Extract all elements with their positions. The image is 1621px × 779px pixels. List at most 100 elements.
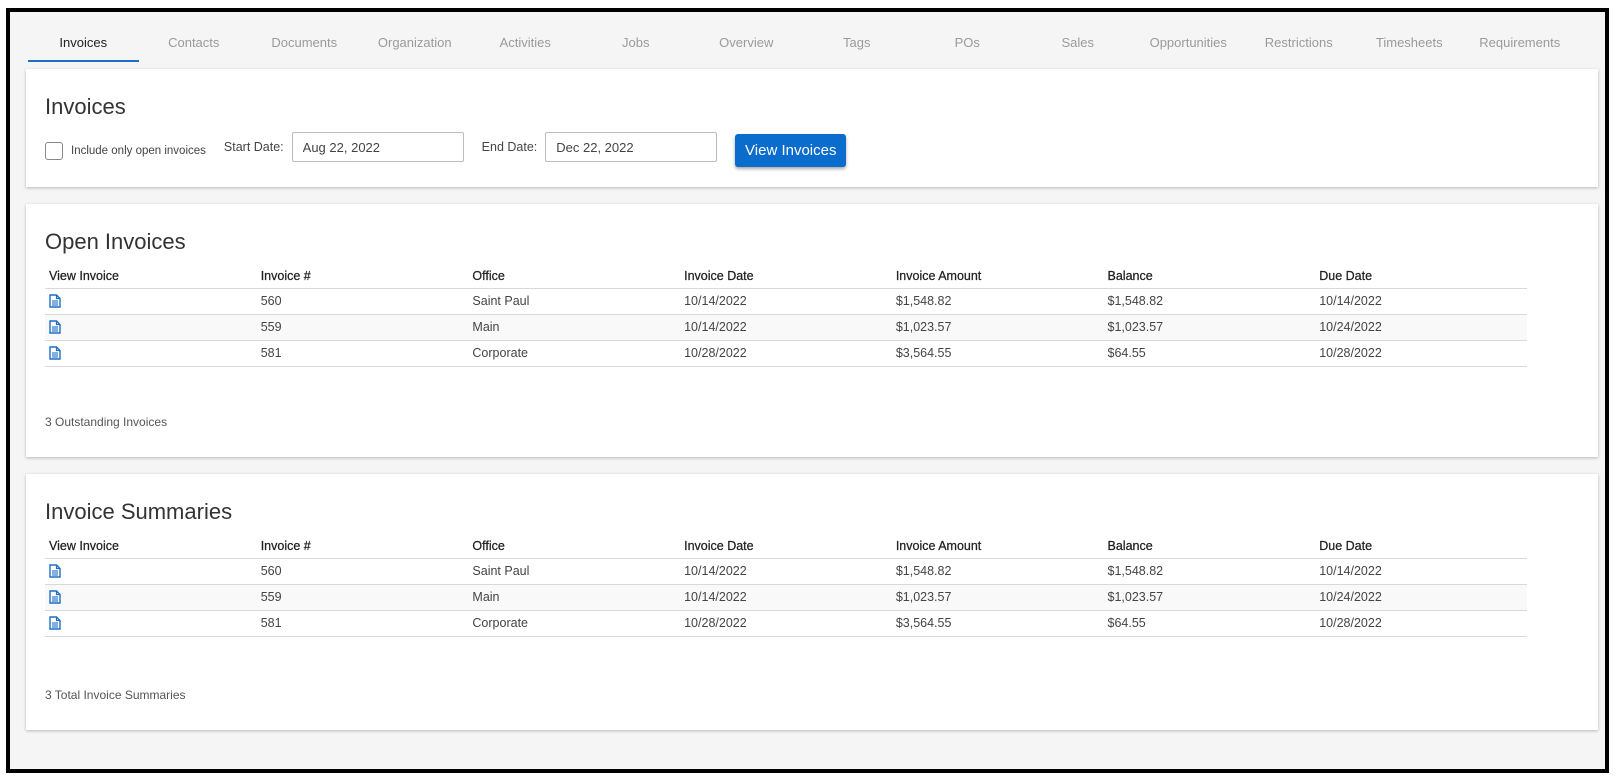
view-invoices-button[interactable]: View Invoices bbox=[735, 133, 847, 167]
view-invoice-cell bbox=[45, 340, 257, 367]
tab-opportunities[interactable]: Opportunities bbox=[1133, 22, 1244, 62]
invoice-number-cell: 559 bbox=[256, 314, 469, 341]
office-cell: Corporate bbox=[468, 340, 681, 367]
end-date-input[interactable] bbox=[545, 132, 718, 162]
filter-row: Include only open invoices Start Date: E… bbox=[45, 127, 847, 167]
view-invoice-cell bbox=[45, 288, 257, 315]
due-date-cell: 10/14/2022 bbox=[1315, 288, 1527, 315]
tab-restrictions[interactable]: Restrictions bbox=[1244, 22, 1355, 62]
invoice-number-cell: 560 bbox=[256, 558, 469, 585]
tab-organization[interactable]: Organization bbox=[360, 22, 471, 62]
invoice-number-cell: 559 bbox=[256, 584, 469, 611]
column-header[interactable]: Due Date bbox=[1315, 264, 1527, 289]
table-header-row: View Invoice Invoice # Office Invoice Date I… bbox=[45, 264, 1527, 289]
column-header[interactable]: Invoice Amount bbox=[891, 264, 1104, 289]
tab-invoices[interactable]: Invoices bbox=[28, 22, 139, 62]
invoice-date-cell: 10/28/2022 bbox=[680, 340, 892, 367]
document-icon[interactable] bbox=[49, 590, 61, 605]
tab-bar: Invoices Contacts Documents Organization Act… bbox=[28, 22, 1575, 62]
due-date-cell: 10/24/2022 bbox=[1315, 314, 1527, 341]
table-header-row: View Invoice Invoice # Office Invoice Date I… bbox=[45, 534, 1527, 559]
tab-requirements[interactable]: Requirements bbox=[1465, 22, 1576, 62]
invoice-summaries-card: Invoice Summaries View Invoice Invoice # O… bbox=[26, 474, 1598, 730]
tab-overview[interactable]: Overview bbox=[691, 22, 802, 62]
balance-cell: $1,548.82 bbox=[1103, 288, 1316, 315]
balance-cell: $1,548.82 bbox=[1103, 558, 1316, 585]
open-invoices-checkbox[interactable] bbox=[45, 142, 63, 160]
tab-tags[interactable]: Tags bbox=[802, 22, 913, 62]
column-header[interactable]: Office bbox=[468, 534, 681, 559]
view-invoice-cell bbox=[45, 584, 257, 611]
view-invoice-cell bbox=[45, 558, 257, 585]
invoice-summaries-table: View Invoice Invoice # Office Invoice Date I… bbox=[45, 534, 1527, 637]
tab-activities[interactable]: Activities bbox=[470, 22, 581, 62]
invoice-amount-cell: $1,548.82 bbox=[891, 288, 1104, 315]
due-date-cell: 10/28/2022 bbox=[1315, 340, 1527, 367]
invoice-amount-cell: $1,548.82 bbox=[891, 558, 1104, 585]
document-icon[interactable] bbox=[49, 616, 61, 631]
column-header[interactable]: Balance bbox=[1103, 264, 1316, 289]
invoice-date-cell: 10/14/2022 bbox=[680, 288, 892, 315]
office-cell: Main bbox=[468, 314, 681, 341]
open-invoices-title: Open Invoices bbox=[45, 229, 186, 254]
invoice-amount-cell: $1,023.57 bbox=[891, 584, 1104, 611]
column-header[interactable]: Due Date bbox=[1315, 534, 1527, 559]
column-header[interactable]: Invoice Amount bbox=[891, 534, 1104, 559]
column-header[interactable]: Office bbox=[468, 264, 681, 289]
invoice-amount-cell: $3,564.55 bbox=[891, 340, 1104, 367]
invoice-date-cell: 10/28/2022 bbox=[680, 610, 892, 637]
app-frame: Invoices Contacts Documents Organization Act… bbox=[6, 8, 1609, 773]
table-row: 581 Corporate 10/28/2022 $3,564.55 $64.55 10/… bbox=[45, 610, 1527, 637]
office-cell: Saint Paul bbox=[468, 558, 681, 585]
document-icon[interactable] bbox=[49, 320, 61, 335]
view-invoice-cell bbox=[45, 314, 257, 341]
due-date-cell: 10/24/2022 bbox=[1315, 584, 1527, 611]
invoice-date-cell: 10/14/2022 bbox=[680, 558, 892, 585]
tab-sales[interactable]: Sales bbox=[1023, 22, 1134, 62]
open-invoices-table: View Invoice Invoice # Office Invoice Date I… bbox=[45, 264, 1527, 367]
view-invoice-cell bbox=[45, 610, 257, 637]
tab-documents[interactable]: Documents bbox=[249, 22, 360, 62]
invoice-number-cell: 581 bbox=[256, 340, 469, 367]
office-cell: Main bbox=[468, 584, 681, 611]
invoice-amount-cell: $3,564.55 bbox=[891, 610, 1104, 637]
document-icon[interactable] bbox=[49, 294, 61, 309]
start-date-input[interactable] bbox=[291, 132, 464, 162]
tab-jobs[interactable]: Jobs bbox=[581, 22, 692, 62]
open-invoices-checkbox-label: Include only open invoices bbox=[71, 145, 206, 157]
column-header[interactable]: View Invoice bbox=[45, 264, 257, 289]
invoice-date-cell: 10/14/2022 bbox=[680, 584, 892, 611]
filter-card: Invoices Include only open invoices Star… bbox=[26, 69, 1598, 187]
table-row: 559 Main 10/14/2022 $1,023.57 $1,023.57 10/24… bbox=[45, 314, 1527, 341]
start-date-label: Start Date: bbox=[223, 140, 284, 154]
balance-cell: $64.55 bbox=[1103, 610, 1316, 637]
outstanding-count: 3 Outstanding Invoices bbox=[45, 415, 168, 429]
end-date-label: End Date: bbox=[481, 140, 538, 154]
document-icon[interactable] bbox=[49, 564, 61, 579]
balance-cell: $1,023.57 bbox=[1103, 314, 1316, 341]
column-header[interactable]: View Invoice bbox=[45, 534, 257, 559]
invoice-amount-cell: $1,023.57 bbox=[891, 314, 1104, 341]
table-row: 560 Saint Paul 10/14/2022 $1,548.82 $1,548.8… bbox=[45, 558, 1527, 585]
document-icon[interactable] bbox=[49, 346, 61, 361]
open-invoices-card: Open Invoices View Invoice Invoice # Offic… bbox=[26, 204, 1598, 457]
table-row: 559 Main 10/14/2022 $1,023.57 $1,023.57 10/24… bbox=[45, 584, 1527, 611]
summaries-count: 3 Total Invoice Summaries bbox=[45, 688, 186, 702]
invoice-date-cell: 10/14/2022 bbox=[680, 314, 892, 341]
due-date-cell: 10/28/2022 bbox=[1315, 610, 1527, 637]
page-title: Invoices bbox=[45, 94, 126, 119]
table-row: 560 Saint Paul 10/14/2022 $1,548.82 $1,548.8… bbox=[45, 288, 1527, 315]
tab-timesheets[interactable]: Timesheets bbox=[1354, 22, 1465, 62]
column-header[interactable]: Balance bbox=[1103, 534, 1316, 559]
invoice-number-cell: 560 bbox=[256, 288, 469, 315]
tab-contacts[interactable]: Contacts bbox=[139, 22, 250, 62]
table-row: 581 Corporate 10/28/2022 $3,564.55 $64.55 10/… bbox=[45, 340, 1527, 367]
due-date-cell: 10/14/2022 bbox=[1315, 558, 1527, 585]
column-header[interactable]: Invoice Date bbox=[680, 534, 892, 559]
invoice-number-cell: 581 bbox=[256, 610, 469, 637]
balance-cell: $1,023.57 bbox=[1103, 584, 1316, 611]
column-header[interactable]: Invoice # bbox=[256, 264, 469, 289]
column-header[interactable]: Invoice Date bbox=[680, 264, 892, 289]
column-header[interactable]: Invoice # bbox=[256, 534, 469, 559]
tab-pos[interactable]: POs bbox=[912, 22, 1023, 62]
